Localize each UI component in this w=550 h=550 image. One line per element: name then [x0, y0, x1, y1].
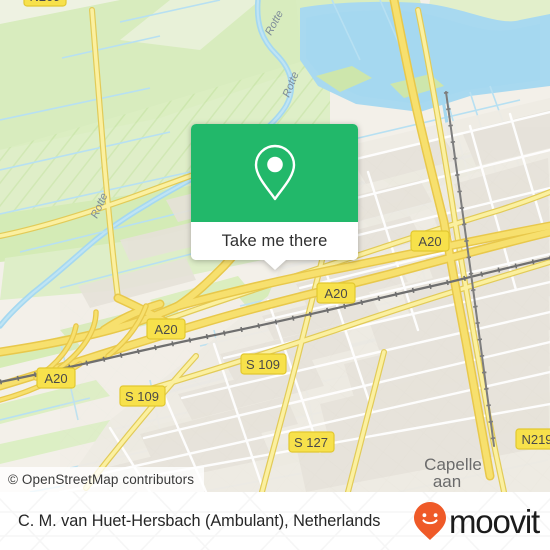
popup-pointer-tail	[263, 260, 286, 270]
svg-text:A20: A20	[44, 371, 67, 386]
shield-a20: A20	[316, 282, 356, 304]
shield-n209: N209	[23, 0, 67, 7]
svg-text:N209: N209	[29, 0, 60, 4]
moovit-logo[interactable]: moovit	[412, 501, 540, 541]
svg-text:A20: A20	[418, 234, 441, 249]
svg-text:S 109: S 109	[246, 357, 280, 372]
take-me-there-button[interactable]: Take me there	[191, 222, 358, 260]
osm-attribution: © OpenStreetMap contributors	[0, 467, 205, 492]
svg-text:N219: N219	[521, 432, 550, 447]
shield-s127: S 127	[288, 431, 335, 453]
popup-header	[191, 124, 358, 222]
moovit-map-screenshot: Rotte Rotte Rotte Capelle aan N209 A20	[0, 0, 550, 550]
svg-text:A20: A20	[324, 286, 347, 301]
shield-s109: S 109	[240, 353, 287, 375]
shield-a20: A20	[410, 230, 450, 252]
moovit-pin-icon	[414, 502, 446, 540]
svg-text:A20: A20	[154, 322, 177, 337]
svg-text:S 127: S 127	[294, 435, 328, 450]
shield-s109: S 109	[119, 385, 166, 407]
moovit-wordmark: moovit	[449, 502, 540, 540]
footer-bar: C. M. van Huet-Hersbach (Ambulant), Neth…	[0, 492, 550, 550]
place-label-aan: aan	[433, 472, 461, 491]
shield-a20: A20	[146, 318, 186, 340]
svg-text:S 109: S 109	[125, 389, 159, 404]
take-me-there-label: Take me there	[221, 231, 328, 250]
take-me-there-popup[interactable]: Take me there	[191, 124, 358, 270]
page-title: C. M. van Huet-Hersbach (Ambulant), Neth…	[18, 511, 381, 530]
shield-n219: N219	[515, 428, 550, 450]
shield-a20: A20	[36, 367, 76, 389]
map-pin-icon	[254, 144, 295, 201]
osm-attribution-text: © OpenStreetMap contributors	[8, 472, 195, 487]
